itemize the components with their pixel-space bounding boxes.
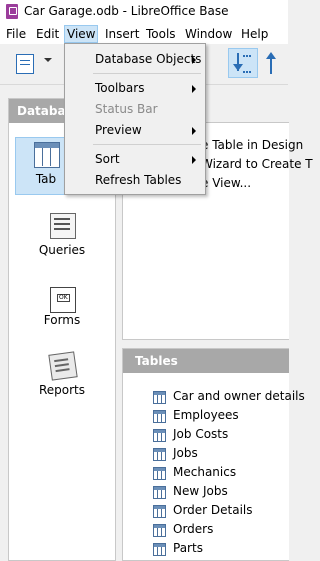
database-item-label: Forms [43, 313, 81, 327]
task-create-view[interactable]: e View... [201, 176, 251, 190]
table-icon [153, 524, 166, 537]
sort-ascending-button[interactable] [262, 52, 280, 74]
menu-separator [93, 73, 201, 74]
task-table-wizard[interactable]: Wizard to Create T [201, 157, 313, 171]
table-icon [153, 410, 166, 423]
new-document-icon[interactable] [16, 54, 34, 74]
table-icon [153, 448, 166, 461]
table-icon [153, 543, 166, 556]
menu-window[interactable]: Window [183, 26, 234, 42]
table-icon [34, 142, 60, 168]
window-title: Car Garage.odb - LibreOffice Base [24, 4, 229, 18]
tables-panel: Tables Car and owner details Employees J… [122, 348, 305, 561]
menu-item-status-bar: Status Bar [95, 102, 158, 116]
table-icon [153, 505, 166, 518]
menu-help[interactable]: Help [239, 26, 270, 42]
menu-item-sort[interactable]: Sort [65, 149, 205, 169]
sort-descending-button[interactable] [228, 48, 258, 78]
submenu-arrow-icon [192, 156, 196, 164]
database-item-queries[interactable]: Queries [9, 209, 115, 265]
table-icon [153, 429, 166, 442]
table-icon [153, 486, 166, 499]
menu-item-refresh-tables[interactable]: Refresh Tables [65, 170, 205, 190]
menu-tools[interactable]: Tools [144, 26, 178, 42]
menu-edit[interactable]: Edit [34, 26, 61, 42]
chevron-down-icon[interactable] [44, 58, 52, 62]
menu-item-preview[interactable]: Preview [65, 120, 205, 140]
table-icon [153, 391, 166, 404]
title-bar: Car Garage.odb - LibreOffice Base [0, 0, 288, 24]
tables-panel-header: Tables [123, 349, 289, 373]
submenu-arrow-icon [192, 85, 196, 93]
task-create-table-design[interactable]: e Table in Design [201, 138, 303, 152]
submenu-arrow-icon [192, 56, 196, 64]
menu-item-toolbars[interactable]: Toolbars [65, 78, 205, 98]
report-icon [48, 351, 78, 381]
view-menu-dropdown: Database Objects Toolbars Status Bar Pre… [64, 43, 206, 195]
table-icon [153, 467, 166, 480]
form-icon [50, 287, 76, 313]
libreoffice-base-icon [6, 4, 18, 19]
submenu-arrow-icon [192, 127, 196, 135]
menu-file[interactable]: File [4, 26, 28, 42]
database-item-reports[interactable]: Reports [9, 349, 115, 405]
menu-item-database-objects[interactable]: Database Objects [65, 49, 205, 69]
menu-bar: File Edit View Insert Tools Window Help [0, 24, 288, 44]
arrow-up-icon [270, 58, 272, 74]
database-item-label: Queries [38, 243, 86, 257]
menu-separator [93, 144, 201, 145]
database-item-label: Reports [38, 383, 86, 397]
database-item-forms[interactable]: Forms [9, 279, 115, 335]
query-icon [50, 213, 76, 239]
menu-view[interactable]: View [64, 25, 99, 43]
menu-insert[interactable]: Insert [103, 26, 141, 42]
